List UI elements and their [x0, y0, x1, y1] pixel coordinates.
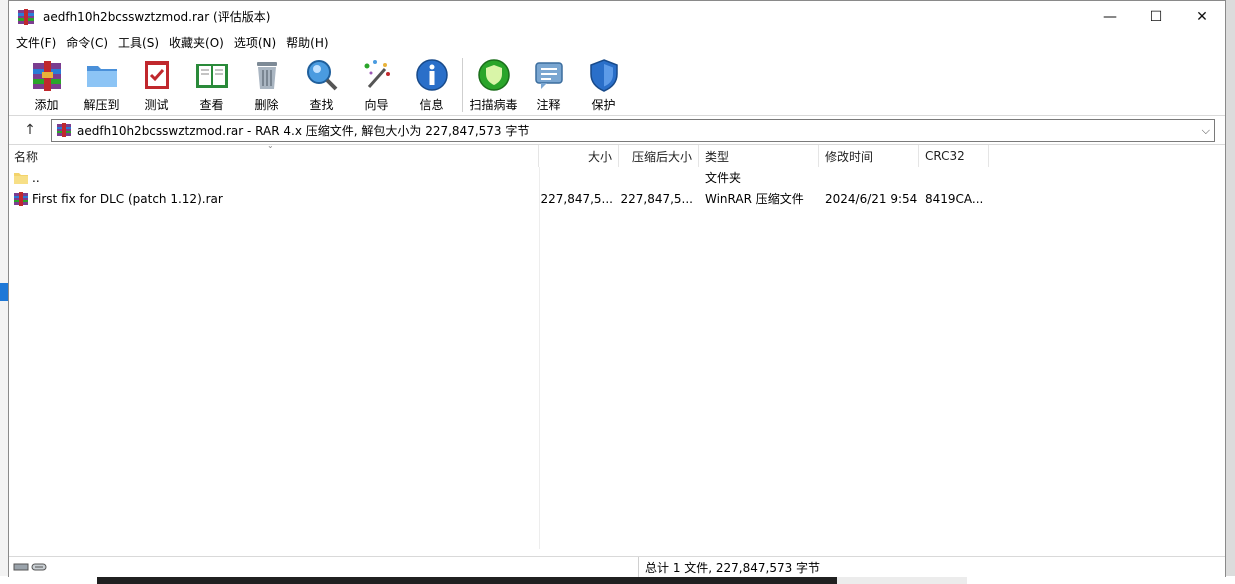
archive-path-text: aedfh10h2bcsswztzmod.rar - RAR 4.x 压缩文件,…: [77, 123, 530, 138]
view-label: 查看: [199, 98, 224, 112]
column-size[interactable]: 大小: [539, 145, 619, 167]
menu-file[interactable]: 文件(F): [11, 34, 61, 51]
status-summary: 总计 1 文件, 227,847,573 字节: [645, 560, 821, 575]
protect-button[interactable]: 保护: [576, 56, 631, 113]
background-fragment: [0, 140, 8, 158]
add-button[interactable]: 添加: [19, 56, 74, 113]
folder-icon: [14, 172, 28, 184]
virus-shield-icon: [477, 59, 510, 91]
test-button[interactable]: 测试: [129, 56, 184, 113]
list-item-rar-file[interactable]: First fix for DLC (patch 1.12).rar 227,8…: [9, 188, 1225, 209]
background-desktop-bottom: [0, 576, 1235, 584]
delete-label: 删除: [254, 98, 279, 112]
toolbar-separator: [462, 58, 463, 112]
magnifier-icon: [306, 60, 337, 91]
column-divider: [539, 167, 540, 549]
comment-icon: [534, 62, 563, 89]
comment-label: 注释: [536, 98, 561, 112]
column-modified[interactable]: 修改时间: [819, 145, 919, 167]
background-desktop-left: [0, 0, 8, 584]
file-packed-size: [619, 167, 699, 188]
menu-commands[interactable]: 命令(C): [61, 34, 113, 51]
window-title: aedfh10h2bcsswztzmod.rar (评估版本): [43, 10, 271, 24]
file-list[interactable]: ⌄ 名称 大小 压缩后大小 类型 修改时间 CRC32 .. 文件夹 First…: [9, 141, 1225, 549]
file-name: First fix for DLC (patch 1.12).rar: [32, 191, 223, 206]
column-packed-size[interactable]: 压缩后大小: [619, 145, 699, 167]
column-type[interactable]: 类型: [699, 145, 819, 167]
winrar-app-icon: [18, 8, 34, 25]
test-label: 测试: [144, 98, 169, 112]
menu-bar: 文件(F) 命令(C) 工具(S) 收藏夹(O) 选项(N) 帮助(H): [9, 32, 1225, 52]
archive-icon: [57, 123, 71, 137]
file-type: WinRAR 压缩文件: [705, 192, 804, 206]
file-size: [539, 167, 619, 188]
menu-help[interactable]: 帮助(H): [281, 34, 333, 51]
virus-scan-button[interactable]: 扫描病毒: [466, 56, 521, 113]
comment-button[interactable]: 注释: [521, 56, 576, 113]
info-icon: [415, 59, 448, 91]
file-modified: 2024/6/21 9:54: [825, 191, 918, 206]
file-size: 227,847,5...: [540, 191, 613, 206]
toolbar: 添加 解压到 测试 查看 删除 查找 向导 信息 扫描病毒 注释 保护: [9, 52, 1225, 116]
file-crc: 8419CA...: [925, 191, 984, 206]
menu-options[interactable]: 选项(N): [229, 34, 281, 51]
path-dropdown[interactable]: aedfh10h2bcsswztzmod.rar - RAR 4.x 压缩文件,…: [51, 118, 1215, 142]
extract-label: 解压到: [83, 98, 120, 112]
maximize-button[interactable]: ☐: [1133, 1, 1179, 32]
shield-icon: [589, 59, 618, 92]
sort-indicator-icon: ⌄: [267, 141, 274, 150]
minimize-button[interactable]: —: [1087, 1, 1133, 32]
menu-favorites[interactable]: 收藏夹(O): [164, 34, 229, 51]
info-label: 信息: [419, 98, 444, 112]
book-view-icon: [195, 64, 228, 88]
trash-icon: [256, 62, 277, 89]
up-folder-button[interactable]: ↑: [9, 116, 51, 144]
column-name[interactable]: 名称: [9, 145, 539, 167]
wizard-label: 向导: [364, 98, 389, 112]
chevron-down-icon[interactable]: ⌵: [1202, 124, 1210, 138]
info-button[interactable]: 信息: [404, 56, 459, 113]
file-type: 文件夹: [705, 171, 742, 185]
column-crc32[interactable]: CRC32: [919, 145, 989, 167]
folder-extract-icon: [86, 66, 117, 87]
title-bar[interactable]: aedfh10h2bcsswztzmod.rar (评估版本) — ☐ ✕: [9, 1, 1225, 32]
close-button[interactable]: ✕: [1179, 1, 1225, 32]
file-crc: [919, 167, 989, 188]
background-desktop-right: [1226, 0, 1235, 584]
add-label: 添加: [34, 98, 59, 112]
virus-scan-label: 扫描病毒: [469, 98, 518, 112]
find-button[interactable]: 查找: [294, 56, 349, 113]
drive-icon: [13, 563, 47, 571]
status-bar: 总计 1 文件, 227,847,573 字节: [9, 556, 1225, 577]
file-name: ..: [32, 170, 40, 185]
magic-wand-icon: [364, 60, 390, 88]
delete-button[interactable]: 删除: [239, 56, 294, 113]
column-header-row: ⌄ 名称 大小 压缩后大小 类型 修改时间 CRC32: [9, 141, 1225, 167]
winrar-window: aedfh10h2bcsswztzmod.rar (评估版本) — ☐ ✕ 文件…: [8, 0, 1226, 577]
find-label: 查找: [309, 98, 334, 112]
status-left-pane: [9, 557, 639, 577]
archive-add-icon: [32, 61, 61, 91]
file-modified: [819, 167, 919, 188]
menu-tools[interactable]: 工具(S): [113, 34, 164, 51]
protect-label: 保护: [591, 98, 616, 112]
file-packed-size: 227,847,5...: [620, 191, 693, 206]
extract-button[interactable]: 解压到: [74, 56, 129, 113]
list-item-parent-folder[interactable]: .. 文件夹: [9, 167, 1225, 188]
wizard-button[interactable]: 向导: [349, 56, 404, 113]
checklist-icon: [144, 61, 169, 89]
view-button[interactable]: 查看: [184, 56, 239, 113]
background-fragment-blue: [0, 283, 8, 301]
rar-file-icon: [14, 191, 28, 206]
address-bar: ↑ aedfh10h2bcsswztzmod.rar - RAR 4.x 压缩文…: [9, 116, 1225, 145]
